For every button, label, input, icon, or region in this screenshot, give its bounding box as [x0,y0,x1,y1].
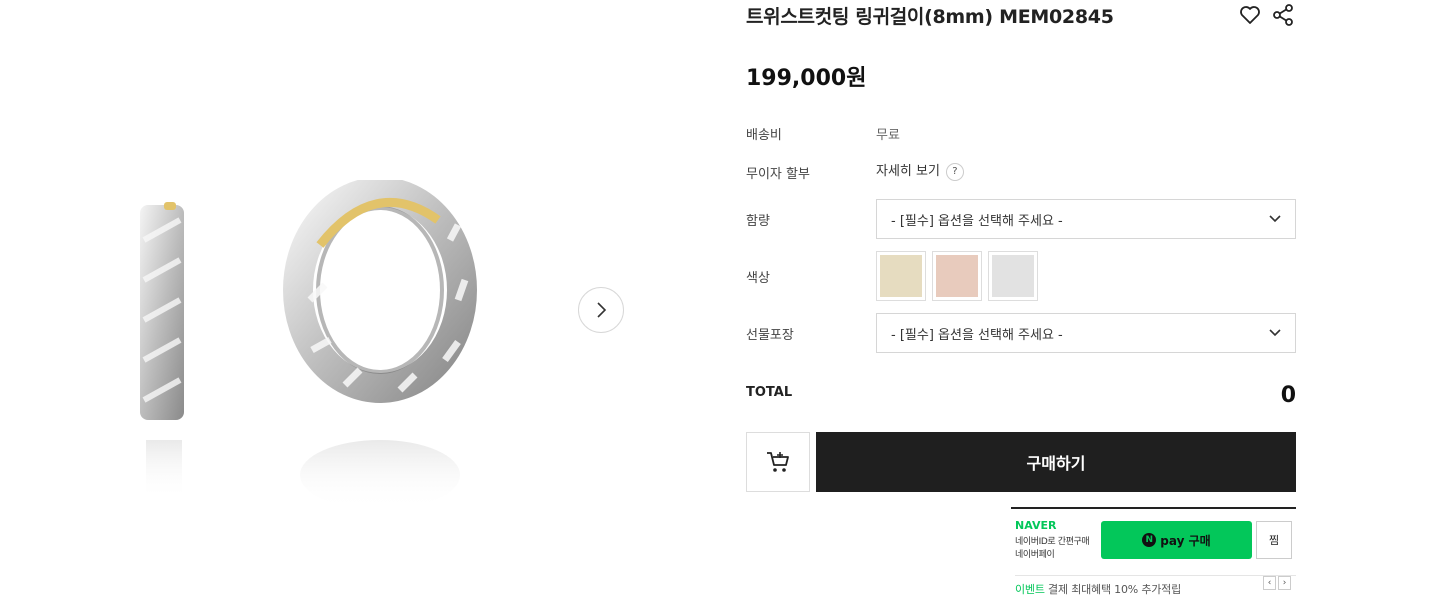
gallery-next-button[interactable] [578,287,624,333]
swatch-fill [880,255,922,297]
installment-details-text: 자세히 보기 [876,164,940,179]
add-to-cart-button[interactable] [746,432,810,492]
purity-select-value: - [필수] 옵션을 선택해 주세요 - [891,213,1063,229]
gift-wrap-label: 선물포장 [746,328,794,343]
share-icon [1273,4,1293,26]
product-image-gallery [0,0,700,608]
event-text: 결제 최대혜택 10% 추가적립 [1044,583,1182,596]
chevron-right-icon [597,302,607,318]
chevron-down-icon [1269,329,1281,337]
purity-label: 함량 [746,214,770,229]
gift-wrap-select[interactable]: - [필수] 옵션을 선택해 주세요 - [876,313,1296,353]
event-tag: 이벤트 [1015,583,1045,596]
product-price: 199,000원 [746,66,867,91]
swatch-fill [936,255,978,297]
color-label: 색상 [746,271,770,286]
naver-sub-1: 네이버ID로 간편구매 [1015,537,1090,547]
total-value: 0 [1280,383,1296,408]
total-label: TOTAL [746,385,793,400]
event-prev-button[interactable]: ‹ [1263,576,1276,590]
buy-now-button[interactable]: 구매하기 [816,432,1296,492]
product-image [140,180,477,510]
naver-pay-buy-button[interactable]: N pay 구매 [1101,521,1252,559]
product-page: 트위스트컷팅 링귀걸이(8mm) MEM02845 199,000원 배송비 무… [0,0,1431,608]
naver-pay-label: pay 구매 [1160,533,1211,548]
naver-event-banner[interactable]: 이벤트 결제 최대혜택 10% 추가적립 [1015,575,1296,597]
help-icon[interactable]: ? [945,162,964,181]
color-swatch-rose-gold[interactable] [932,251,982,301]
installment-details-link[interactable]: 자세히 보기? [876,160,964,181]
naver-n-icon: N [1142,533,1157,547]
chevron-down-icon [1269,215,1281,223]
gift-wrap-select-value: - [필수] 옵션을 선택해 주세요 - [891,327,1063,343]
naver-wishlist-button[interactable]: 찜 [1256,521,1292,559]
product-title: 트위스트컷팅 링귀걸이(8mm) MEM02845 [746,6,1114,28]
shipping-label: 배송비 [746,128,782,143]
heart-icon [1240,6,1260,24]
color-swatch-yellow-gold[interactable] [876,251,926,301]
wishlist-button[interactable] [1238,3,1262,27]
swatch-fill [992,255,1034,297]
event-next-button[interactable]: › [1278,576,1291,590]
naver-sub-2: 네이버페이 [1015,550,1055,560]
share-button[interactable] [1271,3,1295,27]
cart-icon [767,452,789,472]
naver-logo: NAVER [1015,519,1057,532]
purity-select[interactable]: - [필수] 옵션을 선택해 주세요 - [876,199,1296,239]
naver-pay-box: NAVER 네이버ID로 간편구매 네이버페이 N pay 구매 찜 이벤트 결… [1011,507,1296,597]
installment-label: 무이자 할부 [746,167,810,182]
color-swatch-white-gold[interactable] [988,251,1038,301]
shipping-value: 무료 [876,128,900,143]
